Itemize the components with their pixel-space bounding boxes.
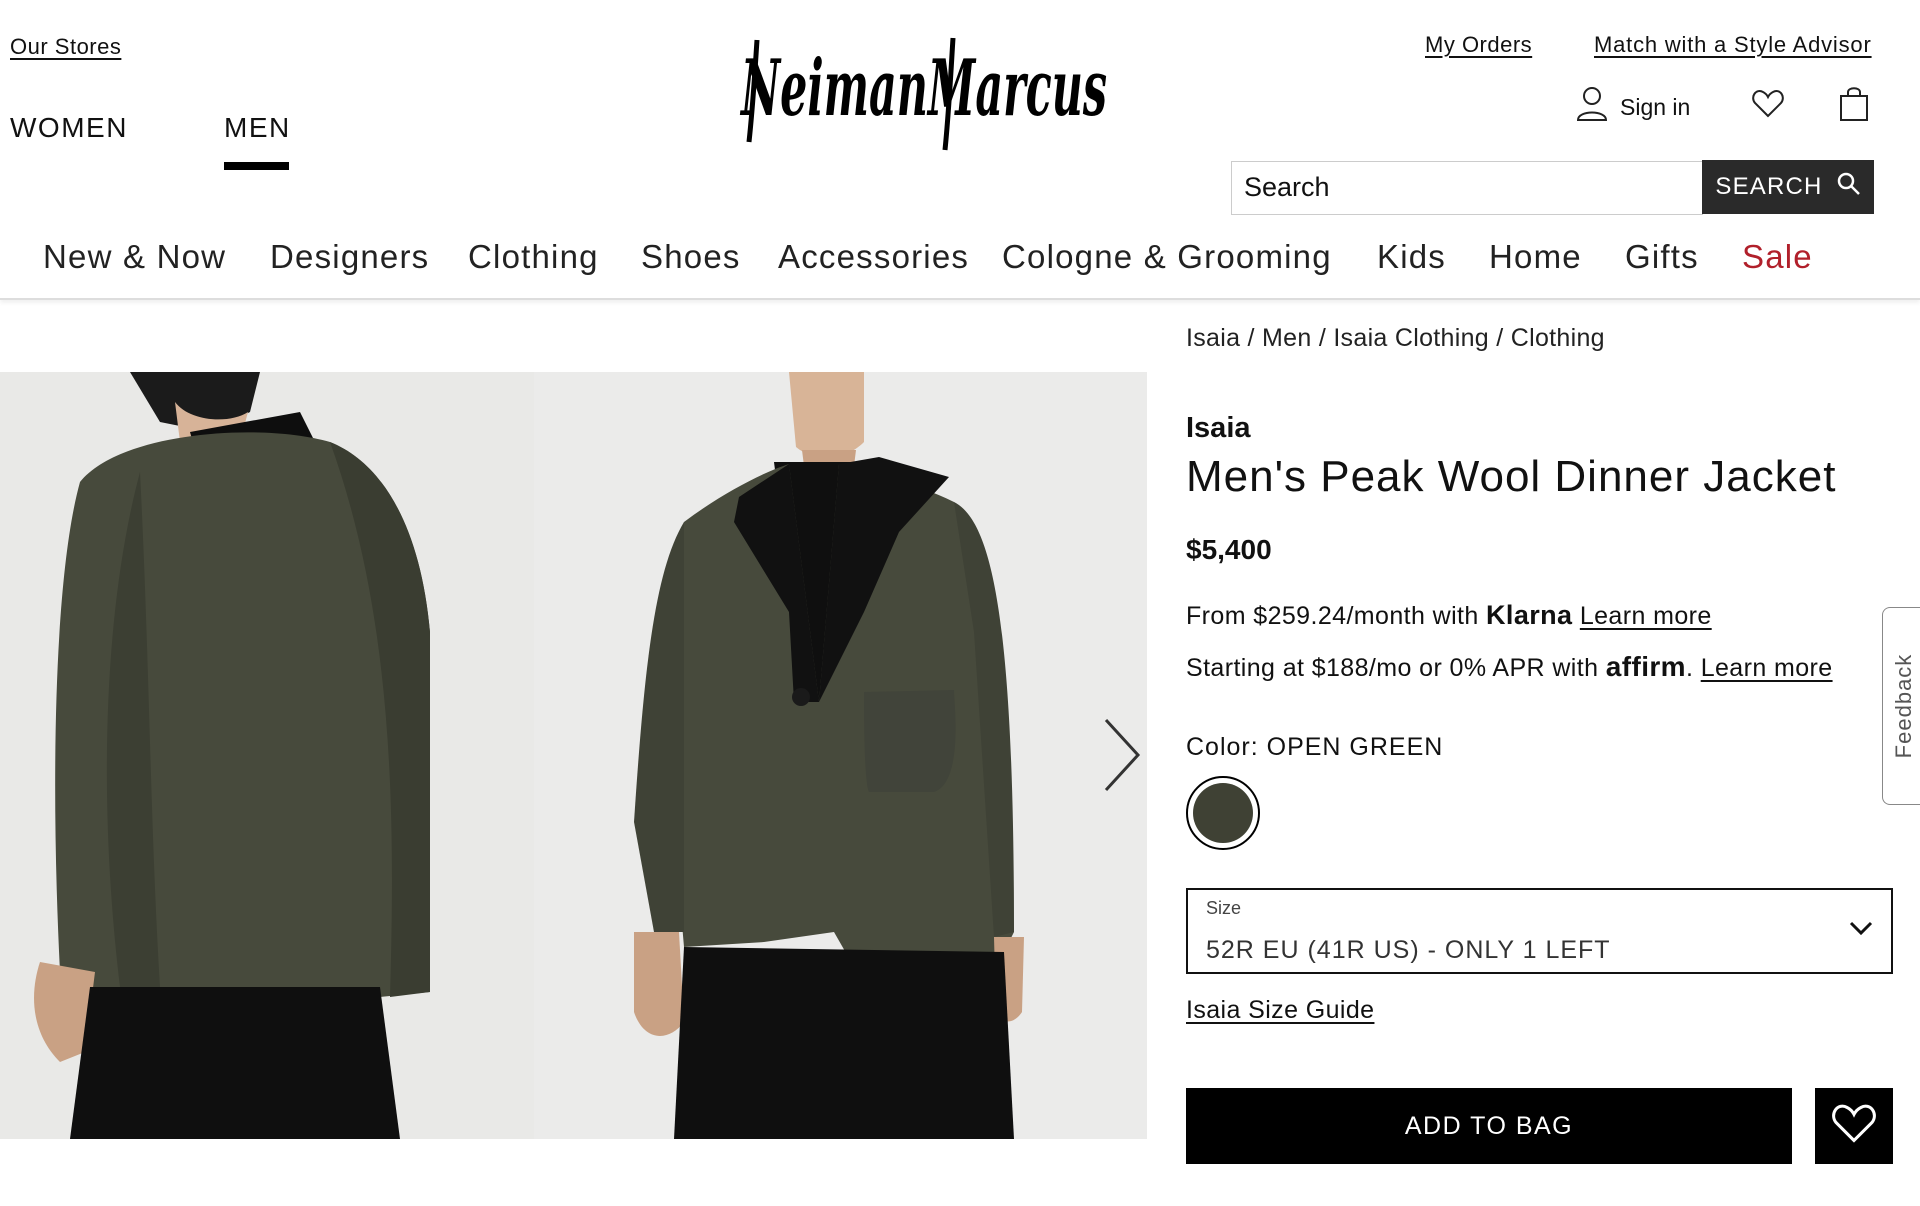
add-to-bag-button[interactable]: ADD TO BAG [1186,1088,1792,1164]
gender-men[interactable]: MEN [224,112,291,144]
size-selected-value: 52R EU (41R US) - ONLY 1 LEFT [1206,936,1611,964]
klarna-logo: Klarna [1486,600,1573,630]
nav-accessories[interactable]: Accessories [778,238,969,276]
nav-sale[interactable]: Sale [1742,238,1813,276]
affirm-financing: Starting at $188/mo or 0% APR with affir… [1186,651,1833,683]
product-price: $5,400 [1186,534,1272,565]
product-brand-link[interactable]: Isaia [1186,412,1251,445]
nav-kids[interactable]: Kids [1377,238,1446,276]
color-swatch-fill [1193,783,1253,843]
my-orders-link[interactable]: My Orders [1425,32,1532,58]
affirm-learn-more-link[interactable]: Learn more [1701,654,1833,682]
nav-cologne-grooming[interactable]: Cologne & Grooming [1002,238,1332,276]
klarna-prefix: From $259.24/month with [1186,602,1479,630]
next-image-chevron-icon[interactable] [1102,718,1142,797]
add-to-wishlist-button[interactable] [1815,1088,1893,1164]
wishlist-heart-icon[interactable] [1752,90,1784,123]
chevron-down-icon [1849,920,1873,941]
product-image-back[interactable] [0,372,534,1139]
nav-new-and-now[interactable]: New & Now [43,238,226,276]
feedback-tab[interactable]: Feedback [1882,607,1920,805]
user-icon [1576,86,1608,128]
search-button-label: SEARCH [1715,173,1823,200]
main-nav: New & Now Designers Clothing Shoes Acces… [0,236,1920,300]
svg-text:NeimanMarcus: NeimanMarcus [739,43,1107,134]
color-swatch-open-green[interactable] [1186,776,1260,850]
style-advisor-link[interactable]: Match with a Style Advisor [1594,32,1872,58]
search-input[interactable]: Search [1231,161,1703,215]
nav-clothing[interactable]: Clothing [468,238,599,276]
size-caption: Size [1206,898,1242,918]
heart-icon [1832,1104,1876,1149]
breadcrumb[interactable]: Isaia / Men / Isaia Clothing / Clothing [1186,324,1605,353]
affirm-logo: affirm [1605,651,1686,682]
color-label: Color: OPEN GREEN [1186,733,1444,761]
search-icon [1837,172,1861,203]
product-title: Men's Peak Wool Dinner Jacket [1186,452,1837,501]
nav-gifts[interactable]: Gifts [1625,238,1699,276]
our-stores-link[interactable]: Our Stores [10,34,121,60]
affirm-period: . [1685,654,1694,682]
sign-in-label: Sign in [1620,93,1691,120]
product-image-front[interactable] [534,372,1147,1139]
size-select[interactable]: Size 52R EU (41R US) - ONLY 1 LEFT [1186,888,1893,974]
gender-women[interactable]: WOMEN [10,112,128,144]
sign-in-link[interactable]: Sign in [1576,86,1690,128]
shopping-bag-icon[interactable] [1838,86,1870,127]
nav-designers[interactable]: Designers [270,238,429,276]
nav-home[interactable]: Home [1489,238,1582,276]
size-guide-link[interactable]: Isaia Size Guide [1186,996,1374,1025]
search-button[interactable]: SEARCH [1702,160,1874,214]
klarna-financing: From $259.24/month with Klarna Learn mor… [1186,600,1712,631]
feedback-label: Feedback [1890,653,1916,759]
neiman-marcus-logo[interactable]: NeimanMarcus [735,10,1115,160]
klarna-learn-more-link[interactable]: Learn more [1580,602,1712,630]
active-gender-indicator [224,162,289,170]
nav-shoes[interactable]: Shoes [641,238,741,276]
affirm-prefix: Starting at $188/mo or 0% APR with [1186,654,1599,682]
